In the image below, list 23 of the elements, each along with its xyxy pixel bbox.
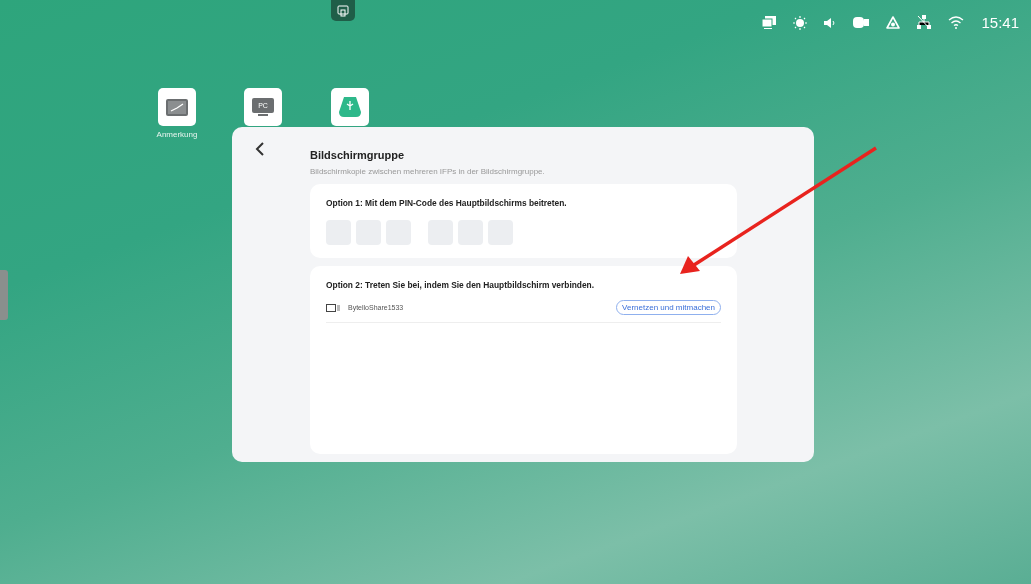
option-title: Option 1: Mit dem PIN-Code des Hauptbildschirms beitreten.: [326, 198, 568, 208]
app-shortcut[interactable]: [158, 88, 196, 126]
clock-time: 15:41: [981, 14, 1019, 31]
wifi-icon[interactable]: [948, 16, 965, 29]
hotspot-icon[interactable]: [886, 16, 901, 29]
app-shortcut[interactable]: [331, 88, 369, 126]
app-label: Anmerkung: [156, 130, 198, 139]
screen-share-icon: [337, 4, 349, 17]
brightness-icon[interactable]: [793, 15, 808, 30]
network-off-icon[interactable]: [917, 15, 932, 30]
back-button[interactable]: [254, 141, 266, 157]
dialog-title: Bildschirmgruppe: [310, 149, 406, 161]
camera-icon[interactable]: [853, 17, 870, 28]
dialog-subtitle: Bildschirmkopie zwischen mehreren IFPs in der Bildschirmgruppe.: [310, 167, 546, 176]
connect-button[interactable]: Vernetzen und mitmachen: [616, 300, 721, 315]
usb-drive-icon: [338, 96, 362, 118]
option-title: Option 2: Treten Sie bei, indem Sie den Hauptbildschirm verbinden.: [326, 280, 596, 290]
screen-mirror-icon[interactable]: [762, 16, 777, 29]
whiteboard-icon: [165, 97, 189, 117]
screen-share-button[interactable]: [331, 0, 355, 21]
speaker-icon[interactable]: [824, 16, 837, 29]
side-handle[interactable]: [0, 270, 8, 320]
display-icon: [326, 303, 340, 312]
